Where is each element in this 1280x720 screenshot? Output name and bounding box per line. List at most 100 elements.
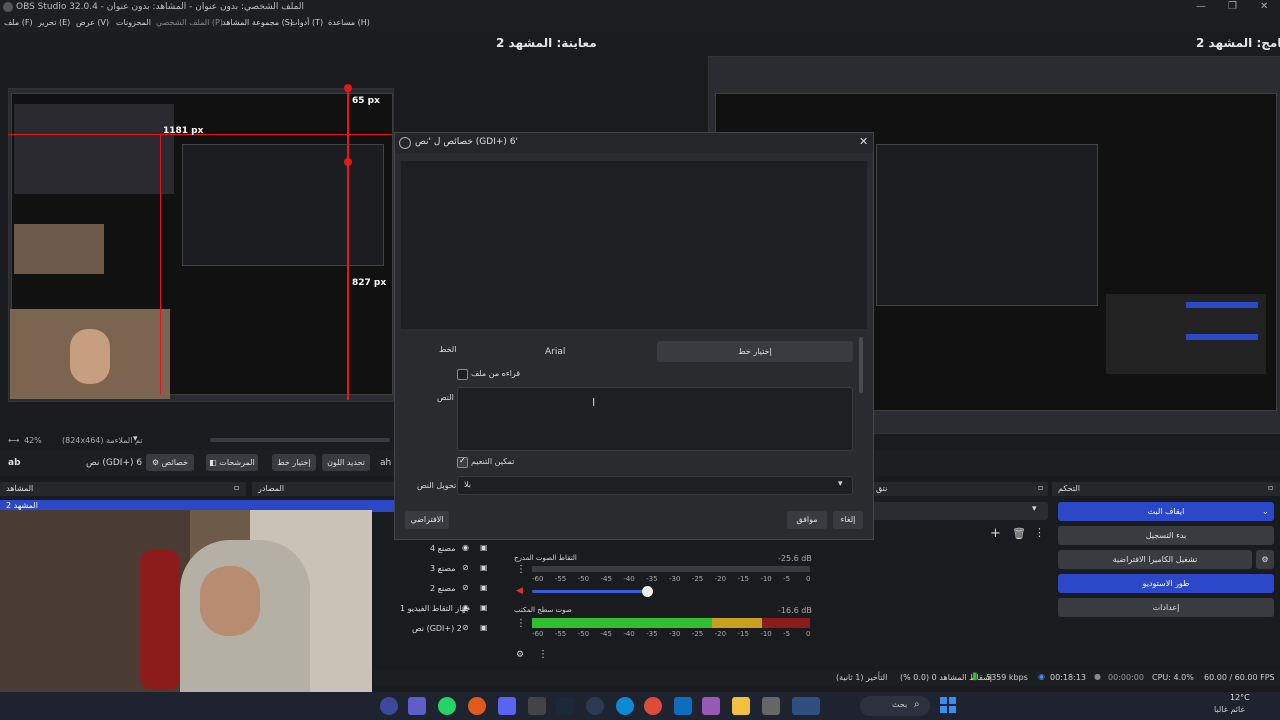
read-from-file-checkbox[interactable] <box>457 369 468 380</box>
eye-off-icon[interactable]: ⊘ <box>462 563 469 572</box>
list-item[interactable]: مصنع 3 ⊘ ▣ <box>372 562 498 576</box>
trash-icon[interactable]: 🗑 <box>1012 527 1026 540</box>
select-font-button[interactable]: إختيار خط <box>272 454 316 471</box>
tick-label: -45 <box>600 630 612 638</box>
eye-off-icon[interactable]: ⊘ <box>462 623 469 632</box>
speaker-muted-icon[interactable]: ◀ <box>516 586 523 596</box>
lock-icon[interactable]: ▣ <box>480 543 488 552</box>
transition-select[interactable]: ▾ <box>872 502 1048 520</box>
start-tile-4 <box>949 706 956 713</box>
list-item[interactable]: مصنع 2 ⊘ ▣ <box>372 582 498 596</box>
virtual-camera-button[interactable]: تشغيل الكاميرا الافتراضية <box>1058 550 1252 569</box>
tick-label: -30 <box>669 630 681 638</box>
select-color-button[interactable]: تحديد اللون <box>322 454 370 471</box>
search-box[interactable]: بحث ⌕ <box>860 696 930 716</box>
eye-icon[interactable]: ◉ <box>462 543 469 552</box>
add-icon[interactable]: + <box>990 526 1001 541</box>
dialog-scrollbar[interactable] <box>859 337 863 393</box>
guide-handle-bottom[interactable] <box>344 158 352 166</box>
maximize-icon[interactable]: ❐ <box>1228 1 1237 12</box>
apps-icon[interactable] <box>702 697 720 715</box>
meter-yellow <box>712 618 762 628</box>
guide-handle-top[interactable] <box>344 84 352 92</box>
more-icon[interactable]: ⋮ <box>516 564 526 575</box>
chevron-down-icon-2[interactable]: ⌄ <box>1262 502 1269 521</box>
text-input[interactable]: I <box>457 387 853 451</box>
dock-undock-icon-2[interactable]: ▫ <box>1038 483 1043 492</box>
list-item[interactable]: مصنع 4 ◉ ▣ <box>372 542 498 556</box>
taskbar: 12°C غائم غالبا بحث ⌕ <box>0 692 1280 720</box>
studio-mode-button[interactable]: طور الاستوديو <box>1058 574 1274 593</box>
dock-undock-icon-3[interactable]: ▫ <box>1268 483 1273 492</box>
ok-button[interactable]: موافق <box>787 511 827 529</box>
select-font-button[interactable]: إختيار خط <box>657 341 853 362</box>
scenes-dock-title: المشاهد <box>6 484 34 493</box>
firefox-icon[interactable] <box>468 697 486 715</box>
menu-edit[interactable]: تحرير (E) <box>38 18 70 27</box>
start-record-button[interactable]: بدء التسجيل <box>1058 526 1274 545</box>
store-icon[interactable] <box>528 697 546 715</box>
preview-scrollbar[interactable] <box>210 438 390 442</box>
guide-left-line <box>160 134 161 394</box>
close-icon[interactable]: ✕ <box>1260 1 1268 12</box>
menu-tools[interactable]: أدوات (T) <box>290 18 323 27</box>
stop-stream-button[interactable]: ايقاف البث ⌄ <box>1058 502 1274 521</box>
mixer-settings-icon[interactable]: ⚙ <box>516 650 524 660</box>
antialias-checkbox[interactable]: ✓ <box>457 456 468 468</box>
menu-file[interactable]: ملف (F) <box>4 18 33 27</box>
dock-undock-icon[interactable]: ▫ <box>234 483 239 492</box>
defaults-button[interactable]: الافتراضي <box>405 511 449 529</box>
outlook-icon[interactable] <box>674 697 692 715</box>
list-item[interactable]: جهاز التقاط الفيديو 1 ◉ ▣ <box>372 602 498 616</box>
lock-icon[interactable]: ▣ <box>480 623 488 632</box>
windows-start-icon[interactable] <box>940 697 956 713</box>
tick-label: -20 <box>714 575 727 583</box>
lock-icon[interactable]: ▣ <box>480 583 488 592</box>
filters-button[interactable]: ◧ المرشحات <box>206 454 258 471</box>
more-icon-3[interactable]: ⋮ <box>1034 526 1045 539</box>
menu-scene-collection[interactable]: مجموعة المشاهد (S) <box>222 18 293 27</box>
tick-label: -20 <box>714 630 727 638</box>
chrome-icon[interactable] <box>644 697 662 715</box>
settings-button[interactable]: إعدادات <box>1058 598 1274 617</box>
whatsapp-icon[interactable] <box>438 697 456 715</box>
filters-icon: ◧ <box>209 458 217 467</box>
folder-icon[interactable] <box>732 697 750 715</box>
menu-docks[interactable]: المحزونات <box>116 18 151 27</box>
steam-alt-icon[interactable] <box>586 697 604 715</box>
mixer-menu-icon[interactable]: ⋮ <box>538 649 548 660</box>
text-source-icon: ab <box>8 458 21 468</box>
widgets-icon[interactable] <box>792 697 820 715</box>
menu-profile[interactable]: الملف الشخصي (P) <box>156 18 223 27</box>
virtual-camera-settings-button[interactable]: ⚙ <box>1256 550 1274 569</box>
eye-icon[interactable]: ◉ <box>462 603 469 612</box>
more-icon-2[interactable]: ⋮ <box>516 618 526 629</box>
minimize-icon[interactable]: — <box>1196 1 1206 12</box>
menu-view[interactable]: عرض (V) <box>76 18 109 27</box>
desktop-volume-handle[interactable] <box>642 586 653 597</box>
zoom-dropdown-icon[interactable]: ▾ <box>133 434 138 444</box>
window-title: OBS Studio 32.0.4 - الملف الشخصي: بدون ع… <box>16 2 305 12</box>
tick-label: -35 <box>646 575 658 583</box>
source-label: مصنع 3 <box>430 564 456 573</box>
cancel-button[interactable]: إلغاء <box>833 511 863 529</box>
teams-icon[interactable] <box>408 697 426 715</box>
discord-icon[interactable] <box>498 697 516 715</box>
search-label: بحث <box>892 700 908 709</box>
guide-left-label: 1181 px <box>163 126 204 136</box>
obs-taskbar-icon[interactable] <box>380 697 398 715</box>
list-item[interactable]: نص (GDI+) 2 ⊘ ▣ <box>372 622 498 636</box>
zoom-icon[interactable]: ⟷ <box>8 436 19 445</box>
eye-off-icon[interactable]: ⊘ <box>462 583 469 592</box>
dropped-frames: إسقاط المشاهد 0 (0.0 %) <box>900 673 992 682</box>
lock-icon[interactable]: ▣ <box>480 563 488 572</box>
lock-icon[interactable]: ▣ <box>480 603 488 612</box>
properties-button[interactable]: ⚙ خصائص <box>146 454 194 471</box>
taskview-icon[interactable] <box>762 697 780 715</box>
desktop-volume-slider[interactable] <box>532 590 652 593</box>
transform-select[interactable]: بلا ▾ <box>457 476 853 495</box>
edge-icon[interactable] <box>616 697 634 715</box>
close-icon[interactable]: ✕ <box>859 135 868 148</box>
steam-icon[interactable] <box>556 697 574 715</box>
menu-help[interactable]: مساعدة (H) <box>328 18 370 27</box>
